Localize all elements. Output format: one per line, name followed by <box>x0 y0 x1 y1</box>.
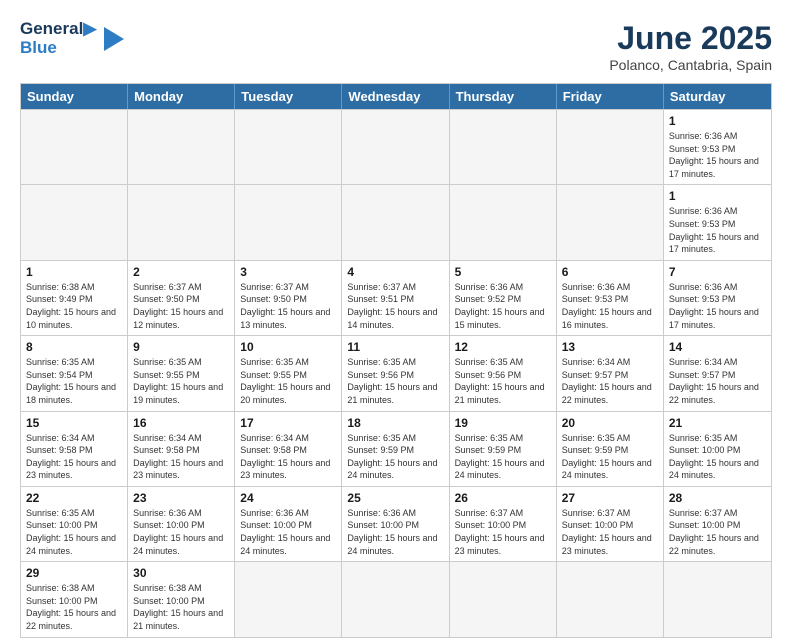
month-title: June 2025 <box>609 20 772 57</box>
logo-text: General▶ <box>20 20 96 39</box>
calendar-day: 13Sunrise: 6:34 AMSunset: 9:57 PMDayligh… <box>557 336 664 410</box>
calendar-header: SundayMondayTuesdayWednesdayThursdayFrid… <box>21 84 771 109</box>
calendar-day: 1Sunrise: 6:36 AMSunset: 9:53 PMDaylight… <box>664 110 771 184</box>
calendar-body: 1Sunrise: 6:36 AMSunset: 9:53 PMDaylight… <box>21 109 771 637</box>
empty-cell <box>128 185 235 259</box>
calendar-day: 16Sunrise: 6:34 AMSunset: 9:58 PMDayligh… <box>128 412 235 486</box>
empty-cell <box>557 110 664 184</box>
calendar-day: 14Sunrise: 6:34 AMSunset: 9:57 PMDayligh… <box>664 336 771 410</box>
calendar-day: 6Sunrise: 6:36 AMSunset: 9:53 PMDaylight… <box>557 261 664 335</box>
day-header-friday: Friday <box>557 84 664 109</box>
logo-text2: Blue <box>20 39 96 58</box>
calendar-day: 17Sunrise: 6:34 AMSunset: 9:58 PMDayligh… <box>235 412 342 486</box>
day-header-sunday: Sunday <box>21 84 128 109</box>
day-header-tuesday: Tuesday <box>235 84 342 109</box>
calendar-page: General▶ Blue June 2025 Polanco, Cantabr… <box>0 0 792 612</box>
empty-cell <box>21 185 128 259</box>
location: Polanco, Cantabria, Spain <box>609 57 772 73</box>
calendar-day: 21Sunrise: 6:35 AMSunset: 10:00 PMDaylig… <box>664 412 771 486</box>
calendar-day: 7Sunrise: 6:36 AMSunset: 9:53 PMDaylight… <box>664 261 771 335</box>
calendar-day: 26Sunrise: 6:37 AMSunset: 10:00 PMDaylig… <box>450 487 557 561</box>
calendar-day: 9Sunrise: 6:35 AMSunset: 9:55 PMDaylight… <box>128 336 235 410</box>
calendar-week: 15Sunrise: 6:34 AMSunset: 9:58 PMDayligh… <box>21 411 771 486</box>
calendar-day: 23Sunrise: 6:36 AMSunset: 10:00 PMDaylig… <box>128 487 235 561</box>
calendar-day: 11Sunrise: 6:35 AMSunset: 9:56 PMDayligh… <box>342 336 449 410</box>
calendar-day: 24Sunrise: 6:36 AMSunset: 10:00 PMDaylig… <box>235 487 342 561</box>
title-block: June 2025 Polanco, Cantabria, Spain <box>609 20 772 73</box>
calendar-day: 12Sunrise: 6:35 AMSunset: 9:56 PMDayligh… <box>450 336 557 410</box>
empty-cell <box>342 185 449 259</box>
day-header-thursday: Thursday <box>450 84 557 109</box>
empty-cell <box>235 110 342 184</box>
day-header-wednesday: Wednesday <box>342 84 449 109</box>
day-header-monday: Monday <box>128 84 235 109</box>
calendar-day: 1Sunrise: 6:38 AMSunset: 9:49 PMDaylight… <box>21 261 128 335</box>
calendar-week: 22Sunrise: 6:35 AMSunset: 10:00 PMDaylig… <box>21 486 771 561</box>
calendar-week: 29Sunrise: 6:38 AMSunset: 10:00 PMDaylig… <box>21 561 771 636</box>
calendar-day: 10Sunrise: 6:35 AMSunset: 9:55 PMDayligh… <box>235 336 342 410</box>
empty-cell <box>557 185 664 259</box>
logo-icon <box>96 23 128 55</box>
calendar-day: 19Sunrise: 6:35 AMSunset: 9:59 PMDayligh… <box>450 412 557 486</box>
calendar-day: 15Sunrise: 6:34 AMSunset: 9:58 PMDayligh… <box>21 412 128 486</box>
calendar-day: 18Sunrise: 6:35 AMSunset: 9:59 PMDayligh… <box>342 412 449 486</box>
empty-cell <box>450 110 557 184</box>
calendar-week: 1Sunrise: 6:38 AMSunset: 9:49 PMDaylight… <box>21 260 771 335</box>
calendar-week: 8Sunrise: 6:35 AMSunset: 9:54 PMDaylight… <box>21 335 771 410</box>
empty-cell <box>235 562 342 636</box>
empty-cell <box>664 562 771 636</box>
empty-cell <box>128 110 235 184</box>
calendar-day: 1Sunrise: 6:36 AMSunset: 9:53 PMDaylight… <box>664 185 771 259</box>
empty-cell <box>450 185 557 259</box>
calendar-day: 25Sunrise: 6:36 AMSunset: 10:00 PMDaylig… <box>342 487 449 561</box>
empty-cell <box>557 562 664 636</box>
empty-cell <box>342 110 449 184</box>
calendar-day: 27Sunrise: 6:37 AMSunset: 10:00 PMDaylig… <box>557 487 664 561</box>
calendar-day: 5Sunrise: 6:36 AMSunset: 9:52 PMDaylight… <box>450 261 557 335</box>
calendar-day: 8Sunrise: 6:35 AMSunset: 9:54 PMDaylight… <box>21 336 128 410</box>
empty-cell <box>450 562 557 636</box>
calendar-day: 22Sunrise: 6:35 AMSunset: 10:00 PMDaylig… <box>21 487 128 561</box>
logo: General▶ Blue <box>20 20 128 57</box>
calendar-day: 29Sunrise: 6:38 AMSunset: 10:00 PMDaylig… <box>21 562 128 636</box>
calendar: SundayMondayTuesdayWednesdayThursdayFrid… <box>20 83 772 638</box>
calendar-day: 28Sunrise: 6:37 AMSunset: 10:00 PMDaylig… <box>664 487 771 561</box>
empty-cell <box>342 562 449 636</box>
calendar-day: 30Sunrise: 6:38 AMSunset: 10:00 PMDaylig… <box>128 562 235 636</box>
calendar-day: 2Sunrise: 6:37 AMSunset: 9:50 PMDaylight… <box>128 261 235 335</box>
calendar-day: 3Sunrise: 6:37 AMSunset: 9:50 PMDaylight… <box>235 261 342 335</box>
calendar-day: 20Sunrise: 6:35 AMSunset: 9:59 PMDayligh… <box>557 412 664 486</box>
empty-cell <box>21 110 128 184</box>
page-header: General▶ Blue June 2025 Polanco, Cantabr… <box>20 20 772 73</box>
day-header-saturday: Saturday <box>664 84 771 109</box>
empty-cell <box>235 185 342 259</box>
calendar-week: 1Sunrise: 6:36 AMSunset: 9:53 PMDaylight… <box>21 184 771 259</box>
calendar-week: 1Sunrise: 6:36 AMSunset: 9:53 PMDaylight… <box>21 109 771 184</box>
calendar-day: 4Sunrise: 6:37 AMSunset: 9:51 PMDaylight… <box>342 261 449 335</box>
